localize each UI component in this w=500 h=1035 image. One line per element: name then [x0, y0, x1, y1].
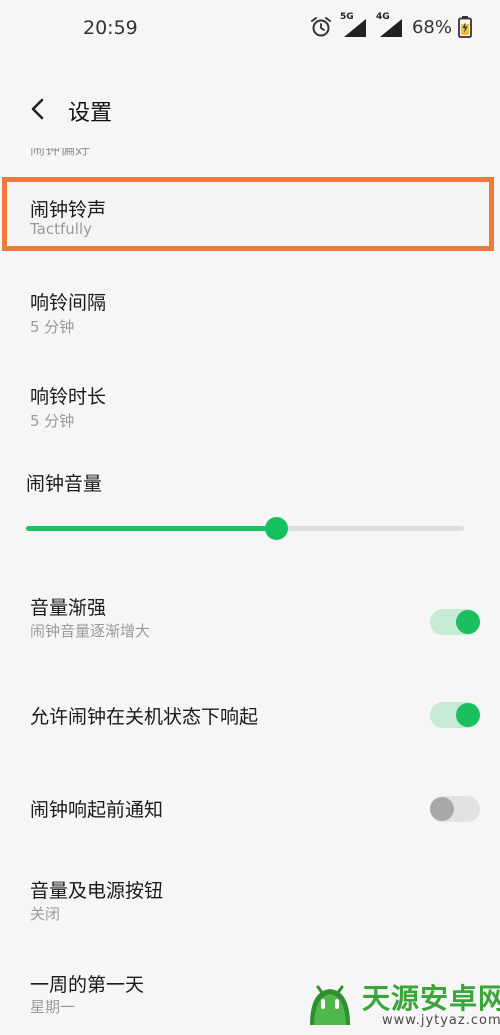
status-bar: 20:59 5G 4G 68%	[0, 0, 500, 60]
site-watermark: 天源安卓网 www.jytyaz.com	[298, 975, 500, 1033]
volume-crescendo-toggle[interactable]	[430, 609, 480, 635]
page-title: 设置	[68, 101, 113, 126]
setting-title: 闹钟铃声	[30, 199, 107, 221]
setting-title: 闹钟响起前通知	[30, 799, 164, 821]
signal-5g-icon: 5G	[338, 12, 368, 38]
toggle-knob	[456, 703, 480, 727]
setting-ring-interval[interactable]: 响铃间隔 5 分钟	[0, 276, 500, 340]
setting-title: 允许闹钟在关机状态下响起	[30, 706, 259, 728]
setting-subtitle: Tactfully	[30, 220, 92, 238]
previous-item-label: 闹钟偏好	[30, 148, 91, 158]
setting-ring-duration[interactable]: 响铃时长 5 分钟	[0, 370, 500, 434]
watermark-url: www.jytyaz.com	[382, 1013, 500, 1028]
android-logo-icon	[310, 985, 350, 1025]
slider-fill	[26, 526, 276, 531]
battery-percent: 68%	[411, 16, 452, 38]
setting-title: 响铃间隔	[30, 292, 107, 314]
slider-thumb[interactable]	[265, 517, 288, 540]
setting-title: 音量渐强	[30, 597, 107, 619]
alarm-volume-slider[interactable]	[26, 515, 464, 541]
setting-title: 音量及电源按钮	[30, 880, 164, 902]
header: 设置	[0, 80, 500, 136]
setting-title: 响铃时长	[30, 386, 107, 408]
setting-alarm-ringtone[interactable]: 闹钟铃声 Tactfully	[0, 180, 500, 240]
watermark-name: 天源安卓网	[362, 982, 500, 1015]
ring-when-off-toggle[interactable]	[430, 702, 480, 728]
setting-subtitle: 5 分钟	[30, 318, 75, 336]
battery-charging-icon	[458, 16, 472, 38]
setting-subtitle: 星期一	[30, 998, 76, 1016]
setting-ring-when-off[interactable]: 允许闹钟在关机状态下响起	[0, 688, 500, 748]
toggle-knob	[430, 797, 454, 821]
setting-subtitle: 闹钟音量逐渐增大	[30, 622, 151, 640]
signal-4g-icon: 4G	[374, 12, 404, 38]
status-time: 20:59	[83, 17, 138, 39]
alarm-icon	[310, 17, 331, 37]
back-button[interactable]	[24, 94, 54, 124]
setting-subtitle: 关闭	[30, 905, 61, 923]
previous-item-partial: 闹钟偏好	[30, 148, 90, 164]
toggle-knob	[456, 610, 480, 634]
alarm-volume-label: 闹钟音量	[26, 473, 103, 495]
pre-alarm-notify-toggle[interactable]	[430, 796, 480, 822]
status-icons: 5G 4G 68%	[310, 12, 472, 38]
setting-pre-alarm-notify[interactable]: 闹钟响起前通知	[0, 782, 500, 842]
setting-title: 一周的第一天	[30, 974, 145, 996]
setting-volume-power-buttons[interactable]: 音量及电源按钮 关闭	[0, 864, 500, 928]
setting-volume-crescendo[interactable]: 音量渐强 闹钟音量逐渐增大	[0, 580, 500, 660]
setting-subtitle: 5 分钟	[30, 412, 75, 430]
chevron-left-icon	[31, 98, 44, 120]
